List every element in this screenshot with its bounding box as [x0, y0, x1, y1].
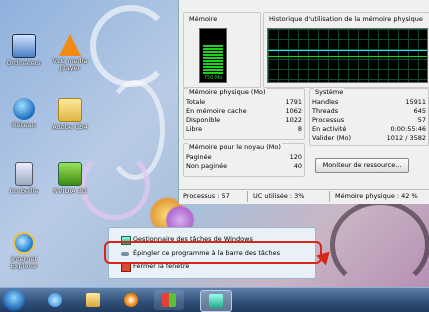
- windows-logo-icon: [162, 293, 176, 307]
- wallpaper-swirl: [90, 5, 172, 87]
- history-line: [268, 50, 427, 51]
- stat-label: Threads: [312, 107, 339, 115]
- stat-label: Paginée: [186, 153, 212, 161]
- stat-label: Totale: [186, 98, 206, 106]
- stat-value: 1791: [285, 98, 302, 106]
- stat-row: Paginée 120: [184, 153, 304, 161]
- status-separator: [329, 191, 330, 202]
- stat-row: En mémoire cache 1062: [184, 107, 304, 115]
- resource-monitor-button[interactable]: Moniteur de ressource...: [315, 158, 409, 173]
- stat-row: En activité 0:00:55:46: [310, 125, 428, 133]
- internet-explorer-icon: [48, 293, 62, 307]
- highlight-outline: [104, 241, 322, 264]
- media-player-icon: [124, 293, 138, 307]
- stat-label: Processus: [312, 116, 345, 124]
- stat-value: 645: [413, 107, 426, 115]
- stat-row: Libre 8: [184, 125, 304, 133]
- start-button[interactable]: [3, 289, 25, 311]
- stat-value: 1062: [285, 107, 302, 115]
- status-cpu: UC utilisée : 3%: [253, 192, 305, 200]
- desktop-icon-network[interactable]: Réseau: [2, 98, 46, 129]
- desktop-icon-label: VLC media player: [52, 57, 88, 72]
- history-group-title: Historique d'utilisation de la mémoire p…: [268, 15, 424, 23]
- physical-memory-title: Mémoire physique (Mo): [188, 88, 267, 96]
- stat-row: Processus 57: [310, 116, 428, 124]
- desktop-icon-internet-explorer[interactable]: Internet Explorer: [2, 232, 46, 270]
- stat-row: Handles 15911: [310, 98, 428, 106]
- stat-label: En mémoire cache: [186, 107, 247, 115]
- stat-value: 120: [289, 153, 302, 161]
- desktop-icon-label: Corbeille: [9, 187, 39, 195]
- internet-explorer-icon: [13, 232, 35, 254]
- desktop-icon-computer[interactable]: Ordinateur: [2, 34, 46, 67]
- status-separator: [247, 191, 248, 202]
- desktop-icon-label: Adobe CS4: [52, 123, 88, 131]
- desktop-icon-nvidia[interactable]: NVIDIA 3D: [48, 162, 92, 195]
- task-manager-icon: [209, 294, 223, 308]
- stat-value: 1022: [285, 116, 302, 124]
- status-bar: Processus : 57 UC utilisée : 3% Mémoire …: [179, 189, 429, 204]
- status-processes: Processus : 57: [183, 192, 230, 200]
- stat-row: Non paginée 40: [184, 162, 304, 170]
- stat-value: 0:00:55:46: [390, 125, 426, 133]
- wallpaper-swirl: [330, 200, 429, 290]
- history-line: [268, 56, 427, 57]
- memory-usage-graph: 750 Mo: [199, 28, 227, 83]
- memory-history-graph: [267, 28, 428, 83]
- desktop-icon-label: NVIDIA 3D: [53, 187, 87, 195]
- memory-graph-value: 750 Mo: [203, 75, 223, 81]
- desktop-icon-label: Internet Explorer: [10, 255, 38, 270]
- folder-icon: [86, 293, 100, 307]
- folder-icon: [58, 98, 82, 122]
- stat-row: Threads 645: [310, 107, 428, 115]
- stat-label: Handles: [312, 98, 339, 106]
- stat-row: Disponible 1022: [184, 116, 304, 124]
- nvidia-icon: [58, 162, 82, 186]
- kernel-memory-title: Mémoire pour le noyau (Mo): [188, 143, 282, 151]
- desktop-icon-vlc[interactable]: VLC media player: [48, 34, 92, 72]
- stat-label: Libre: [186, 125, 203, 133]
- system-title: Système: [314, 88, 345, 96]
- memory-group-title: Mémoire: [188, 15, 219, 23]
- taskbar-windows-logo[interactable]: [154, 290, 184, 310]
- task-manager-window: Mémoire 750 Mo Historique d'utilisation …: [178, 0, 429, 204]
- network-globe-icon: [13, 98, 35, 120]
- taskbar-task-manager[interactable]: [200, 290, 232, 312]
- stat-value: 1012 / 3582: [386, 134, 426, 142]
- taskbar-explorer[interactable]: [78, 290, 108, 310]
- stat-row: Totale 1791: [184, 98, 304, 106]
- stat-value: 15911: [405, 98, 426, 106]
- stat-value: 57: [417, 116, 426, 124]
- taskbar-media-player[interactable]: [116, 290, 146, 310]
- system-group: Système Handles 15911 Threads 645 Processu…: [309, 88, 429, 146]
- taskbar: [0, 287, 429, 312]
- status-memory: Mémoire physique : 42 %: [335, 192, 418, 200]
- desktop-icon-label: Réseau: [12, 121, 36, 129]
- stat-value: 8: [297, 125, 302, 133]
- taskbar-internet-explorer[interactable]: [40, 290, 70, 310]
- close-window-icon: [121, 263, 131, 272]
- physical-memory-group: Mémoire physique (Mo) Totale 1791 En mémo…: [183, 88, 305, 140]
- stat-label: Valider (Mo): [312, 134, 352, 142]
- stat-label: Non paginée: [186, 162, 228, 170]
- recycle-bin-icon: [15, 162, 33, 186]
- memory-bars: [203, 44, 223, 74]
- stat-value: 40: [293, 162, 302, 170]
- desktop-icon-recycle-bin[interactable]: Corbeille: [2, 162, 46, 195]
- desktop-icon-adobe[interactable]: Adobe CS4: [48, 98, 92, 131]
- vlc-cone-icon: [59, 34, 81, 56]
- stat-label: Disponible: [186, 116, 221, 124]
- stat-label: En activité: [312, 125, 347, 133]
- stat-row: Valider (Mo) 1012 / 3582: [310, 134, 428, 142]
- computer-icon: [12, 34, 36, 58]
- desktop-icon-label: Ordinateur: [6, 59, 42, 67]
- kernel-memory-group: Mémoire pour le noyau (Mo) Paginée 120 No…: [183, 143, 305, 177]
